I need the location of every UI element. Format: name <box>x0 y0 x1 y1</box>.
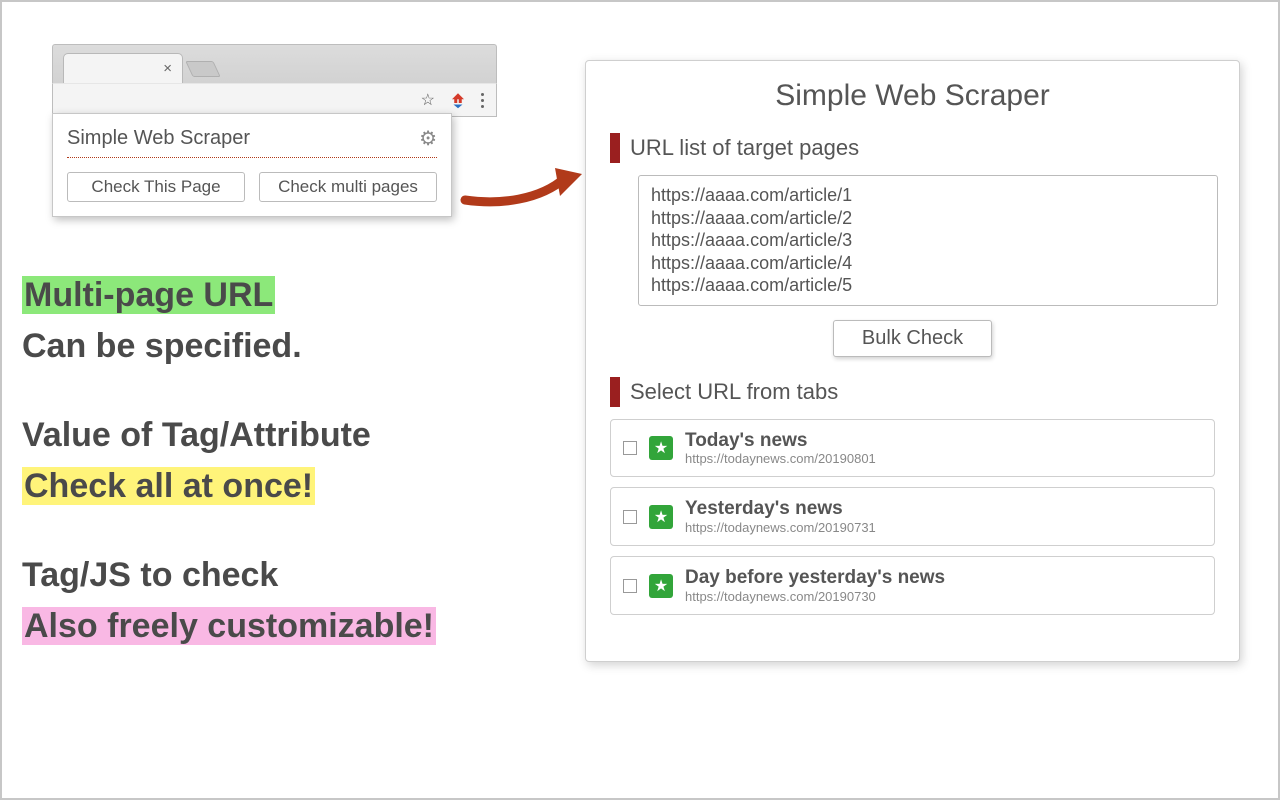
browser-tabstrip: × <box>52 44 497 83</box>
marketing-line-5: Tag/JS to check <box>22 556 278 594</box>
tab-checkbox[interactable] <box>623 579 637 593</box>
popup-title: Simple Web Scraper <box>67 127 250 150</box>
tab-card[interactable]: ★ Day before yesterday's news https://to… <box>610 556 1215 615</box>
tab-url: https://todaynews.com/20190730 <box>685 589 945 604</box>
extension-icon[interactable] <box>449 91 467 109</box>
kebab-menu-icon[interactable] <box>481 93 484 108</box>
bookmark-star-icon[interactable]: ☆ <box>421 90 435 110</box>
marketing-line-1: Multi-page URL <box>22 276 275 314</box>
marketing-line-3: Value of Tag/Attribute <box>22 416 371 454</box>
bulk-check-button[interactable]: Bulk Check <box>833 320 992 357</box>
popup-header: Simple Web Scraper ⚙ <box>67 126 437 158</box>
tab-title: Yesterday's news <box>685 498 876 520</box>
tab-title: Day before yesterday's news <box>685 567 945 589</box>
url-list-heading: URL list of target pages <box>630 135 859 161</box>
select-tabs-heading: Select URL from tabs <box>630 379 838 405</box>
tabs-list: ★ Today's news https://todaynews.com/201… <box>610 419 1215 616</box>
browser-mockup: × ☆ <box>52 44 497 117</box>
section-marker-icon <box>610 377 620 407</box>
marketing-line-4: Check all at once! <box>22 467 315 505</box>
url-list-section: URL list of target pages https://aaaa.co… <box>610 133 1215 357</box>
url-list-textarea[interactable]: https://aaaa.com/article/1 https://aaaa.… <box>638 175 1218 306</box>
check-multi-pages-button[interactable]: Check multi pages <box>259 172 437 202</box>
marketing-copy: Multi-page URL Can be specified. Value o… <box>22 270 436 690</box>
panel-title: Simple Web Scraper <box>610 79 1215 113</box>
scraper-panel: Simple Web Scraper URL list of target pa… <box>585 60 1240 662</box>
tab-checkbox[interactable] <box>623 441 637 455</box>
arrow-icon <box>460 150 590 220</box>
marketing-line-6: Also freely customizable! <box>22 607 436 645</box>
marketing-line-2: Can be specified. <box>22 327 302 365</box>
favicon-star-icon: ★ <box>649 574 673 598</box>
browser-toolbar: ☆ <box>52 83 497 117</box>
close-icon[interactable]: × <box>163 60 172 77</box>
new-tab-button[interactable] <box>185 61 220 77</box>
extension-popup: Simple Web Scraper ⚙ Check This Page Che… <box>52 113 452 217</box>
tab-url: https://todaynews.com/20190801 <box>685 451 876 466</box>
tab-checkbox[interactable] <box>623 510 637 524</box>
browser-tab[interactable]: × <box>63 53 183 83</box>
tab-title: Today's news <box>685 430 876 452</box>
section-marker-icon <box>610 133 620 163</box>
gear-icon[interactable]: ⚙ <box>419 126 437 151</box>
favicon-star-icon: ★ <box>649 505 673 529</box>
select-tabs-section: Select URL from tabs ★ Today's news http… <box>610 377 1215 616</box>
tab-card[interactable]: ★ Today's news https://todaynews.com/201… <box>610 419 1215 478</box>
tab-card[interactable]: ★ Yesterday's news https://todaynews.com… <box>610 487 1215 546</box>
favicon-star-icon: ★ <box>649 436 673 460</box>
tab-url: https://todaynews.com/20190731 <box>685 520 876 535</box>
popup-buttons: Check This Page Check multi pages <box>67 172 437 202</box>
check-this-page-button[interactable]: Check This Page <box>67 172 245 202</box>
